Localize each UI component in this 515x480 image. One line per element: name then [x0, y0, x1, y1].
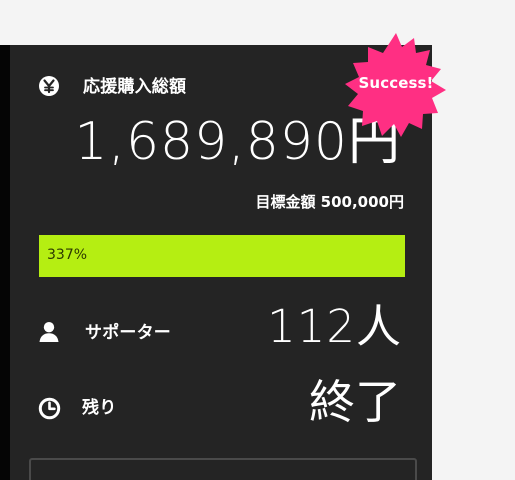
funding-summary-page: 応援購入総額 1,689,890円 目標金額 500,000円 337% サポー…	[0, 0, 515, 480]
remaining-time-label: 残り	[82, 398, 117, 418]
bottom-action-button[interactable]	[29, 458, 417, 480]
supporters-section: サポーター 112人	[10, 295, 432, 365]
total-support-label: 応援購入総額	[83, 77, 187, 97]
funding-progress-fill	[39, 235, 405, 277]
remaining-time-value: 終了	[309, 375, 401, 429]
left-border	[0, 45, 10, 480]
funding-progress-bar: 337%	[39, 235, 405, 277]
funding-progress-percent: 337%	[47, 247, 88, 263]
success-badge-label: Success!	[358, 74, 434, 92]
success-badge: Success!	[338, 28, 454, 144]
target-amount: 目標金額 500,000円	[255, 193, 404, 211]
person-icon	[38, 321, 60, 343]
supporters-label: サポーター	[85, 323, 171, 343]
supporters-count: 112人	[267, 300, 402, 353]
remaining-time-section: 残り 終了	[10, 370, 432, 440]
clock-icon	[38, 397, 61, 420]
yen-icon	[38, 75, 60, 97]
